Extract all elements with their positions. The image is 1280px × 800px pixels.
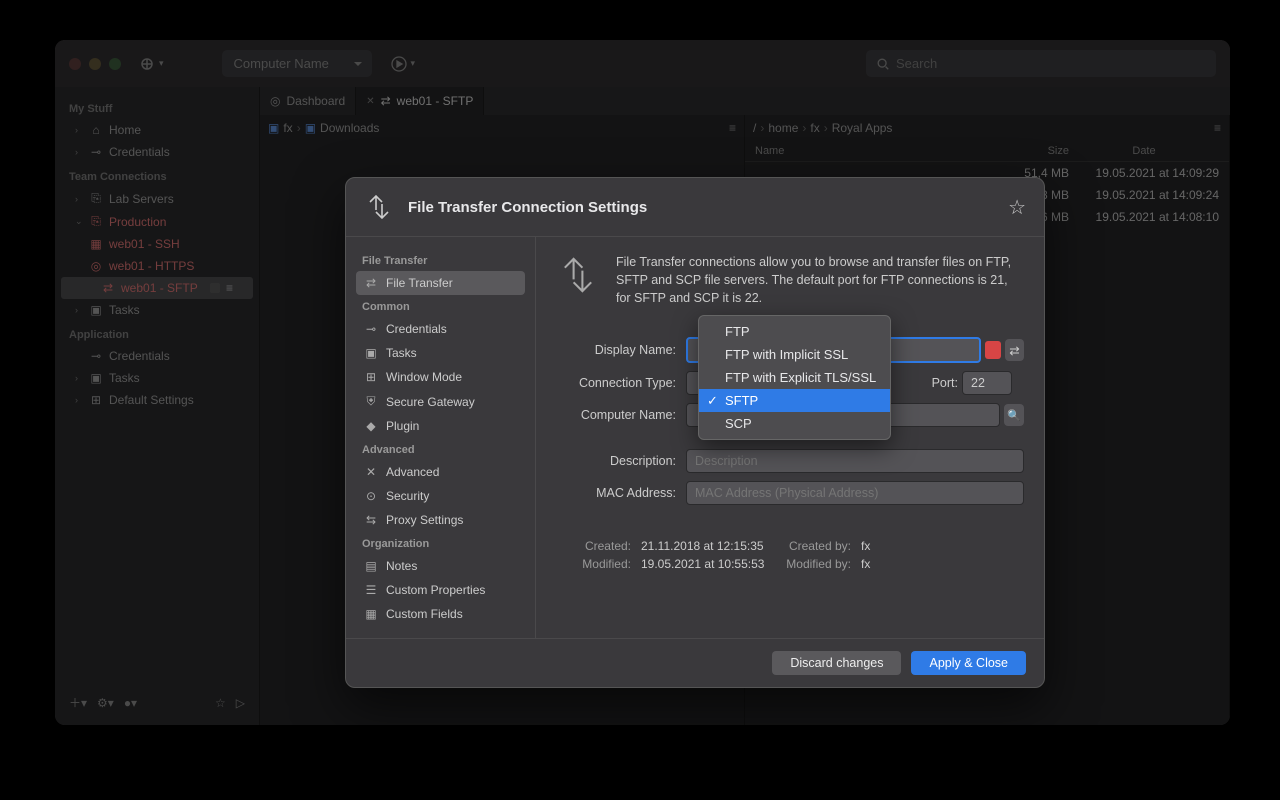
nav-proxy-settings[interactable]: ⇆Proxy Settings bbox=[356, 508, 525, 532]
nav-custom-properties[interactable]: ☰Custom Properties bbox=[356, 578, 525, 602]
discard-button[interactable]: Discard changes bbox=[772, 651, 901, 675]
description-label: Description: bbox=[556, 454, 676, 468]
nav-notes[interactable]: ▤Notes bbox=[356, 554, 525, 578]
nav-file-transfer[interactable]: ⇄File Transfer bbox=[356, 271, 525, 295]
modal-sidebar: File Transfer ⇄File Transfer Common ⊸Cre… bbox=[346, 237, 536, 638]
modal-title: File Transfer Connection Settings bbox=[408, 199, 994, 216]
connection-type-label: Connection Type: bbox=[556, 376, 676, 390]
transfer-icon bbox=[364, 192, 394, 222]
transfer-icon bbox=[556, 253, 600, 307]
apply-button[interactable]: Apply & Close bbox=[911, 651, 1026, 675]
settings-modal: File Transfer Connection Settings ☆ File… bbox=[345, 177, 1045, 688]
nav-tasks[interactable]: ▣Tasks bbox=[356, 341, 525, 365]
dropdown-option-ftp-explicit-tls[interactable]: FTP with Explicit TLS/SSL bbox=[699, 366, 890, 389]
dropdown-option-scp[interactable]: SCP bbox=[699, 412, 890, 435]
lookup-icon[interactable]: 🔍 bbox=[1004, 404, 1024, 426]
nav-plugin[interactable]: ◆Plugin bbox=[356, 414, 525, 438]
port-input[interactable] bbox=[962, 371, 1012, 395]
nav-credentials[interactable]: ⊸Credentials bbox=[356, 317, 525, 341]
display-name-label: Display Name: bbox=[556, 343, 676, 357]
nav-security[interactable]: ⊙Security bbox=[356, 484, 525, 508]
mac-address-label: MAC Address: bbox=[556, 486, 676, 500]
dropdown-option-ftp[interactable]: FTP bbox=[699, 320, 890, 343]
dropdown-option-sftp[interactable]: SFTP bbox=[699, 389, 890, 412]
mac-address-input[interactable] bbox=[686, 481, 1024, 505]
computer-name-label: Computer Name: bbox=[556, 408, 676, 422]
nav-custom-fields[interactable]: ▦Custom Fields bbox=[356, 602, 525, 626]
favorite-star-icon[interactable]: ☆ bbox=[1008, 195, 1026, 220]
nav-advanced[interactable]: ✕Advanced bbox=[356, 460, 525, 484]
nav-window-mode[interactable]: ⊞Window Mode bbox=[356, 365, 525, 389]
metadata: Created:21.11.2018 at 12:15:35 Created b… bbox=[556, 539, 1024, 571]
modal-description: File Transfer connections allow you to b… bbox=[616, 253, 1024, 307]
description-input[interactable] bbox=[686, 449, 1024, 473]
color-picker[interactable] bbox=[985, 341, 1001, 359]
icon-picker[interactable]: ⇄ bbox=[1005, 339, 1024, 361]
dropdown-option-ftp-implicit-ssl[interactable]: FTP with Implicit SSL bbox=[699, 343, 890, 366]
connection-type-dropdown: FTP FTP with Implicit SSL FTP with Expli… bbox=[698, 315, 891, 440]
nav-secure-gateway[interactable]: ⛨Secure Gateway bbox=[356, 389, 525, 414]
